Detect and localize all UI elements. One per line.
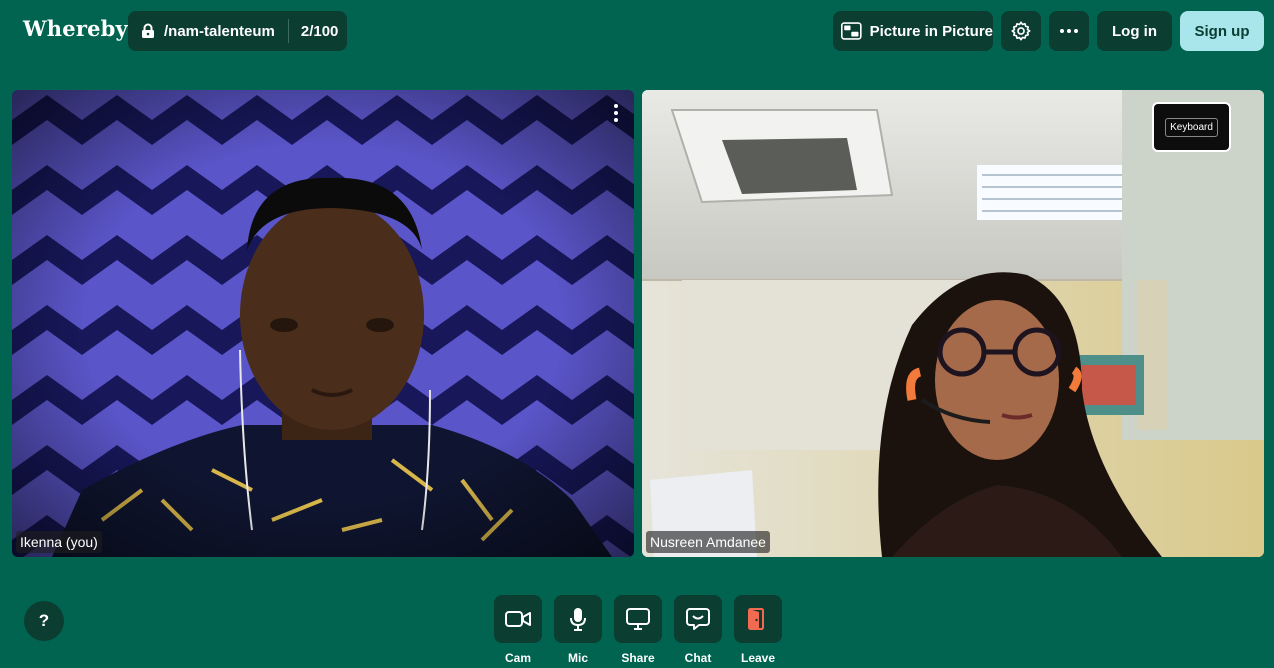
share-button[interactable] xyxy=(614,595,662,643)
cam-label: Cam xyxy=(504,651,531,665)
video-feed-remote xyxy=(642,90,1264,557)
more-options-button[interactable] xyxy=(1049,11,1089,51)
picture-in-picture-icon xyxy=(841,22,862,40)
cam-control: Cam xyxy=(494,595,542,665)
camera-icon xyxy=(505,611,531,627)
video-feed-self xyxy=(12,90,634,557)
leave-button[interactable] xyxy=(734,595,782,643)
log-in-button[interactable]: Log in xyxy=(1097,11,1172,51)
leave-control: Leave xyxy=(734,595,782,665)
settings-button[interactable] xyxy=(1001,11,1041,51)
whereby-logo[interactable]: Whereby xyxy=(23,16,128,41)
help-button[interactable]: ? xyxy=(24,601,64,641)
microphone-icon xyxy=(570,608,586,631)
mic-button[interactable] xyxy=(554,595,602,643)
gear-icon xyxy=(1011,21,1031,41)
chat-button[interactable] xyxy=(674,595,722,643)
share-control: Share xyxy=(614,595,662,665)
pip-label: Picture in Picture xyxy=(869,22,993,40)
participant-name-remote: Nusreen Amdanee xyxy=(646,531,770,553)
more-icon xyxy=(1060,29,1078,33)
mic-control: Mic xyxy=(554,595,602,665)
keyboard-badge[interactable]: Keyboard xyxy=(1152,102,1231,152)
picture-in-picture-button[interactable]: Picture in Picture xyxy=(833,11,993,51)
chat-control: Chat xyxy=(674,595,722,665)
leave-door-icon xyxy=(748,608,764,630)
lock-icon xyxy=(142,23,154,38)
mic-label: Mic xyxy=(567,651,588,665)
room-pill-divider xyxy=(287,19,289,43)
chat-label: Chat xyxy=(684,651,712,665)
keyboard-badge-label: Keyboard xyxy=(1165,117,1218,137)
top-bar: Whereby /nam-talenteum 2/100 Picture in … xyxy=(0,0,1274,62)
room-info-pill[interactable]: /nam-talenteum 2/100 xyxy=(128,11,347,51)
share-label: Share xyxy=(621,651,655,665)
sign-up-button[interactable]: Sign up xyxy=(1180,11,1264,51)
participant-name-self: Ikenna (you) xyxy=(16,531,102,553)
video-tile-remote[interactable]: Keyboard Nusreen Amdanee xyxy=(642,90,1264,557)
video-tile-self[interactable]: Ikenna (you) xyxy=(12,90,634,557)
screen-share-icon xyxy=(626,608,650,630)
cam-button[interactable] xyxy=(494,595,542,643)
chat-icon xyxy=(686,608,710,630)
participant-count: 2/100 xyxy=(300,22,339,40)
room-name: /nam-talenteum xyxy=(164,22,275,40)
leave-label: Leave xyxy=(740,651,776,665)
tile-menu-button[interactable] xyxy=(610,104,622,124)
